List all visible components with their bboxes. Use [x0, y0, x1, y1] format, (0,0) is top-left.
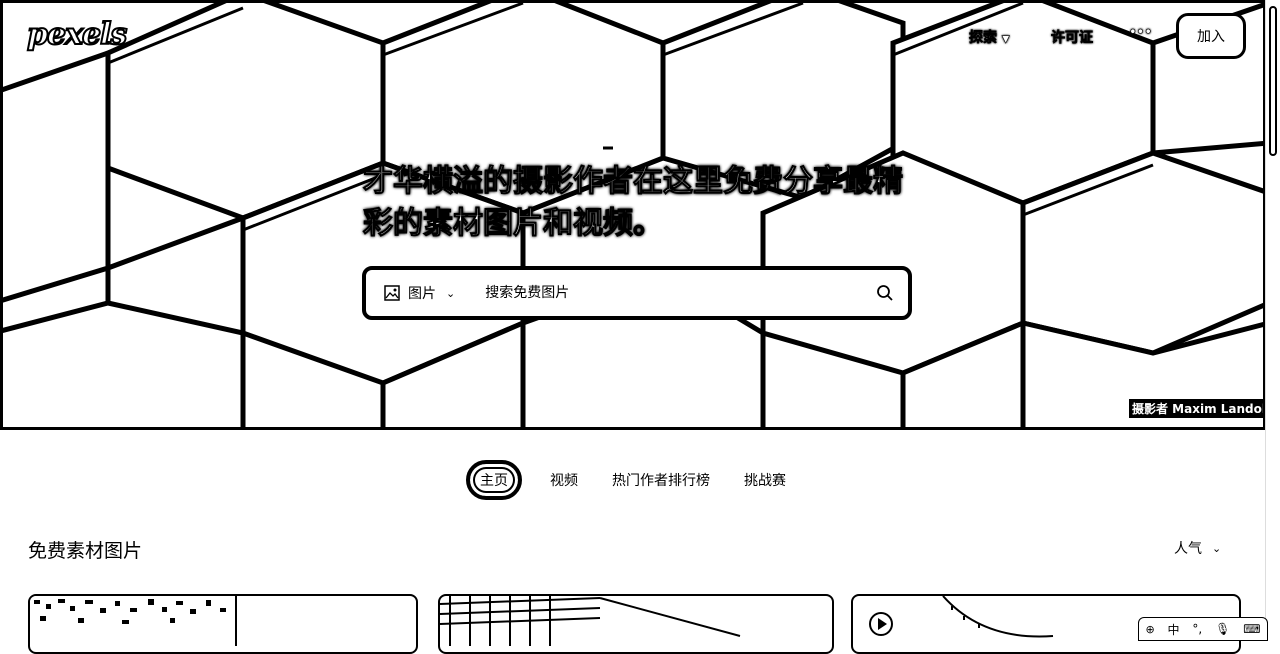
- nav-explore[interactable]: 探索 ▼: [969, 27, 1010, 47]
- sort-dropdown[interactable]: 人气 ⌄: [1174, 538, 1221, 558]
- search-type-label: 图片: [408, 286, 436, 302]
- keyboard-icon[interactable]: ⌨: [1243, 622, 1260, 636]
- search-input[interactable]: [483, 284, 848, 302]
- more-icon[interactable]: •••: [1129, 25, 1153, 40]
- search-type-dropdown[interactable]: 图片 ⌄: [384, 283, 455, 303]
- ime-indicator[interactable]: 中: [1168, 621, 1180, 638]
- search-icon[interactable]: [876, 284, 894, 302]
- chevron-down-icon: ▼: [1001, 34, 1010, 46]
- sort-label: 人气: [1174, 541, 1202, 557]
- image-icon: [384, 285, 400, 301]
- chevron-down-icon: ⌄: [1212, 541, 1222, 555]
- photo-card[interactable]: [28, 594, 418, 654]
- pexels-logo[interactable]: pexels: [26, 16, 128, 53]
- photo-card[interactable]: [438, 594, 834, 654]
- category-tabs: 主页 视频 热门作者排行榜 挑战赛: [0, 460, 1266, 500]
- tab-leaderboard[interactable]: 热门作者排行榜: [598, 462, 724, 498]
- input-method-icon[interactable]: ⊕: [1145, 623, 1154, 636]
- join-button[interactable]: 加入: [1176, 13, 1246, 59]
- page-scrollbar[interactable]: [1265, 0, 1280, 639]
- hero-headline: 才华横溢的摄影作者在这里免费分享最精 彩的素材图片和视频。: [363, 161, 923, 245]
- section-title: 免费素材图片: [28, 540, 143, 562]
- search-bar: 图片 ⌄: [362, 266, 912, 320]
- hero-banner: pexels 探索 ▼ 许可证 ••• 加入 才华横溢的摄影作者在这里免费分享最…: [0, 0, 1266, 430]
- chevron-down-icon: ⌄: [446, 286, 456, 300]
- nav-explore-label: 探索: [969, 30, 998, 47]
- nav-license[interactable]: 许可证: [1051, 27, 1094, 47]
- tab-challenges[interactable]: 挑战赛: [730, 462, 800, 498]
- photo-credit[interactable]: 摄影者 Maxim Landolfi: [1129, 399, 1263, 418]
- system-tray: ⊕ 中 °, 🎙 ⌨: [1138, 617, 1268, 641]
- tab-videos[interactable]: 视频: [536, 462, 592, 498]
- tab-home[interactable]: 主页: [466, 460, 522, 500]
- mic-icon[interactable]: 🎙: [1215, 622, 1230, 636]
- scrollbar-thumb[interactable]: [1269, 6, 1277, 156]
- punctuation-icon[interactable]: °,: [1192, 622, 1202, 636]
- hero-headline-line1: 才华横溢的摄影作者在这里免费分享最精: [363, 164, 904, 200]
- hero-headline-line2: 彩的素材图片和视频。: [363, 206, 664, 242]
